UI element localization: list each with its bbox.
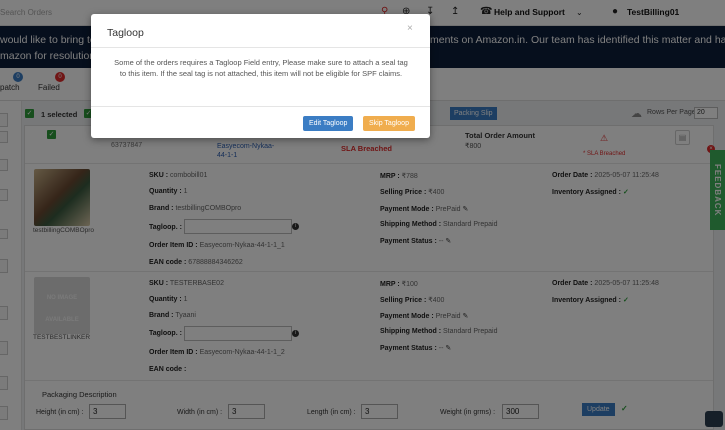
modal-divider <box>91 47 430 48</box>
edit-tagloop-button[interactable]: Edit Tagloop <box>303 116 354 131</box>
modal-title: Tagloop <box>107 27 144 39</box>
modal-message: Some of the orders requires a Tagloop Fi… <box>114 58 408 78</box>
modal-divider <box>91 106 430 107</box>
close-icon[interactable]: × <box>407 23 413 34</box>
tagloop-modal: Tagloop × Some of the orders requires a … <box>91 14 430 138</box>
skip-tagloop-button[interactable]: Skip Tagloop <box>363 116 415 131</box>
